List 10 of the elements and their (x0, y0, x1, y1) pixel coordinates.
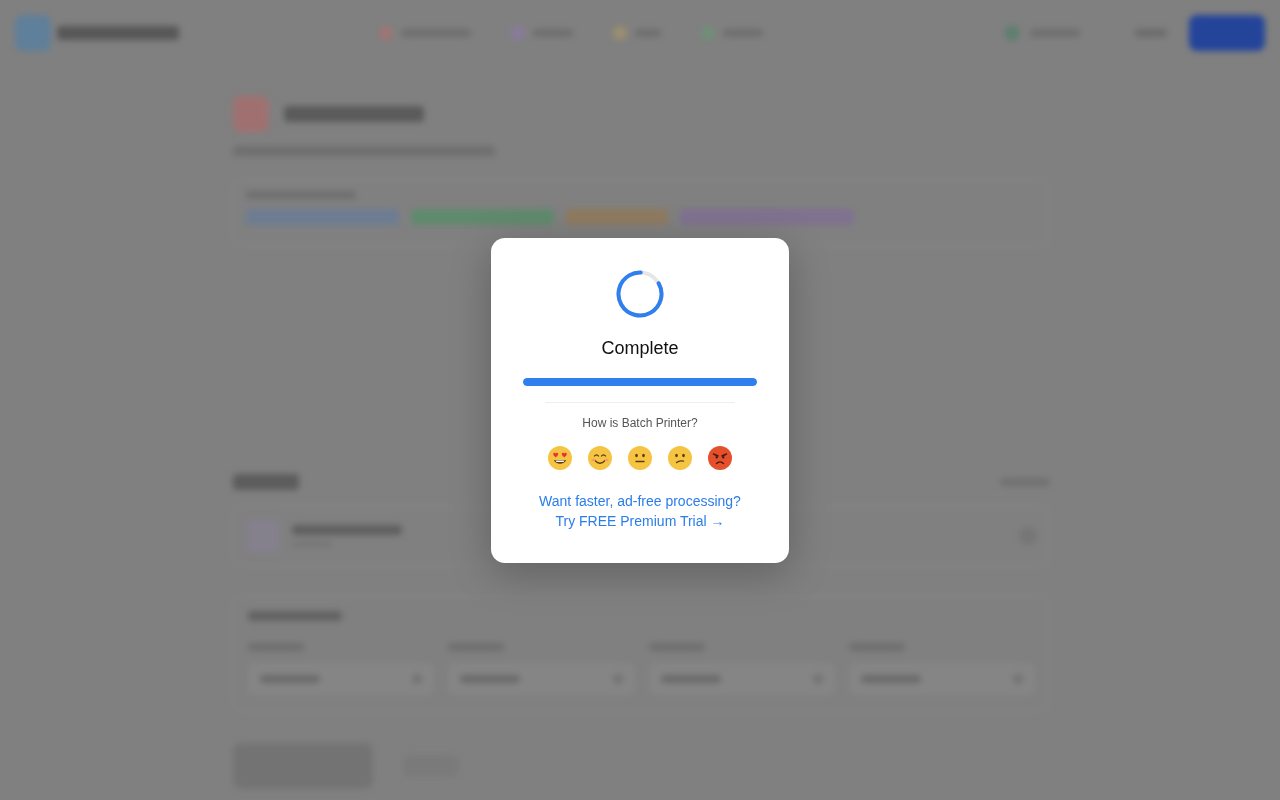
heart-eyes-face-icon[interactable] (548, 445, 572, 470)
smiling-face-icon[interactable] (588, 445, 612, 470)
premium-trial-link[interactable]: Try FREE Premium Trial → (555, 510, 725, 531)
angry-face-icon[interactable] (708, 445, 732, 470)
status-title: Complete (601, 336, 679, 360)
upsell-text: Want faster, ad-free processing? (539, 491, 741, 511)
neutral-face-icon[interactable] (628, 445, 652, 470)
loading-spinner-icon (616, 269, 664, 318)
rating-prompt: How is Batch Printer? (582, 414, 698, 431)
confused-face-icon[interactable] (668, 445, 692, 470)
